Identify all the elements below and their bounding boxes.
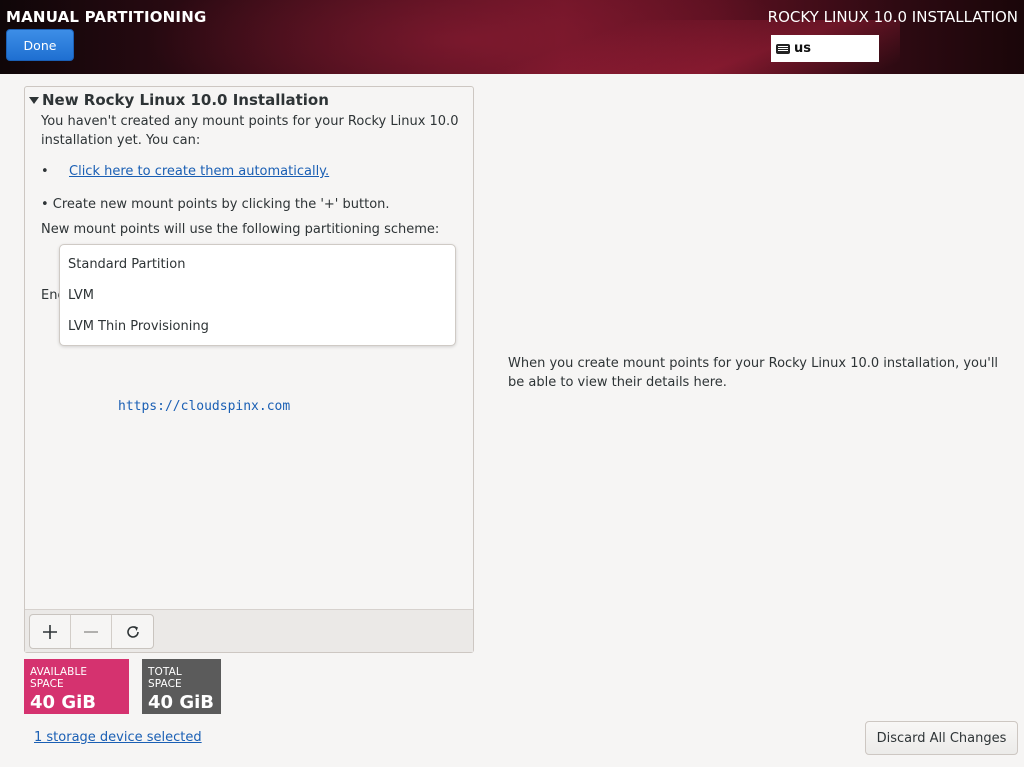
- encrypt-label: Enc: [41, 288, 59, 303]
- scheme-option-standard[interactable]: Standard Partition: [68, 257, 185, 272]
- keyboard-layout-indicator[interactable]: us: [771, 35, 879, 62]
- total-space-box: TOTAL SPACE 40 GiB: [142, 659, 221, 714]
- toolbar-button-group: [29, 614, 154, 649]
- refresh-button[interactable]: [112, 615, 153, 648]
- watermark-text: https://cloudspinx.com: [118, 399, 291, 414]
- available-space-value: 40 GiB: [30, 692, 96, 713]
- remove-mount-point-button[interactable]: [71, 615, 112, 648]
- available-space-label: AVAILABLE SPACE: [30, 666, 88, 690]
- details-placeholder-text: When you create mount points for your Ro…: [508, 356, 999, 390]
- mount-point-toolbar: [25, 609, 473, 652]
- section-expander[interactable]: New Rocky Linux 10.0 Installation: [29, 91, 329, 109]
- keyboard-layout-label: us: [794, 41, 811, 56]
- expander-arrow-icon: [29, 96, 39, 104]
- plus-icon: [43, 624, 57, 639]
- add-mount-point-button[interactable]: [30, 615, 71, 648]
- available-space-box: AVAILABLE SPACE 40 GiB: [24, 659, 129, 714]
- product-title: ROCKY LINUX 10.0 INSTALLATION: [767, 8, 1018, 26]
- bullet: •: [41, 164, 49, 179]
- minus-icon: [84, 630, 98, 633]
- discard-all-changes-button[interactable]: Discard All Changes: [865, 721, 1018, 755]
- page-title: MANUAL PARTITIONING: [6, 8, 207, 26]
- keyboard-icon: [776, 43, 790, 54]
- create-automatically-link[interactable]: Click here to create them automatically.: [69, 164, 329, 179]
- mount-points-panel: New Rocky Linux 10.0 Installation You ha…: [24, 86, 474, 653]
- scheme-option-lvm[interactable]: LVM: [68, 288, 94, 303]
- refresh-icon: [126, 625, 139, 638]
- section-title: New Rocky Linux 10.0 Installation: [42, 91, 329, 109]
- total-space-label: TOTAL SPACE: [148, 666, 182, 690]
- intro-text: You haven't created any mount points for…: [41, 114, 459, 148]
- total-space-value: 40 GiB: [148, 692, 214, 713]
- scheme-option-lvm-thin[interactable]: LVM Thin Provisioning: [68, 319, 209, 334]
- manual-hint-text: • Create new mount points by clicking th…: [41, 197, 390, 212]
- header-bar: MANUAL PARTITIONING Done ROCKY LINUX 10.…: [0, 0, 1024, 74]
- done-button[interactable]: Done: [6, 29, 74, 61]
- storage-devices-link[interactable]: 1 storage device selected: [34, 730, 202, 745]
- partitioning-scheme-dropdown-menu: Standard Partition LVM LVM Thin Provisio…: [59, 244, 456, 346]
- scheme-label: New mount points will use the following …: [41, 222, 440, 237]
